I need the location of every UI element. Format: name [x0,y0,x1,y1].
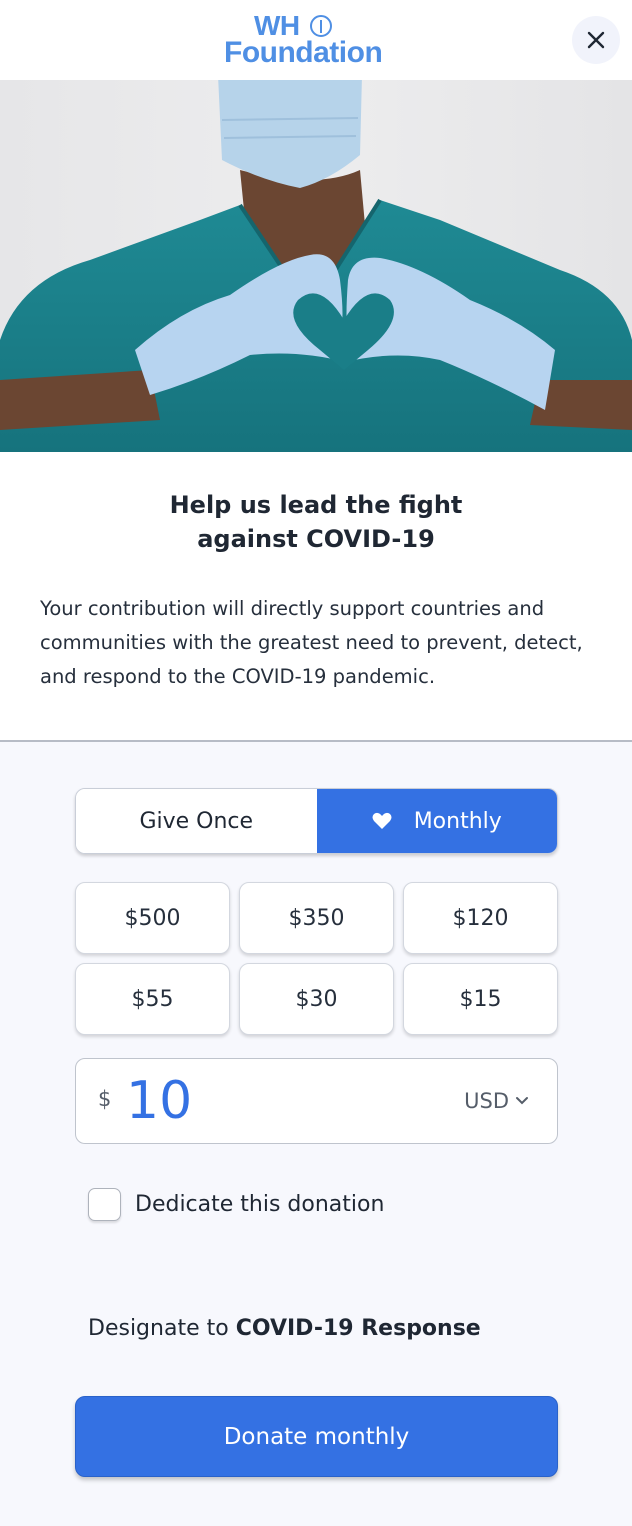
currency-code: USD [464,1089,509,1113]
currency-select[interactable]: USD [464,1089,529,1113]
chevron-down-icon [516,1097,528,1105]
monthly-tab[interactable]: Monthly [316,789,557,853]
logo-text-foundation: Foundation [224,36,383,69]
amount-option-15[interactable]: $15 [403,963,558,1035]
hero-image [0,80,632,452]
nurse-heart-hands-image [0,80,632,452]
who-emblem-icon [310,15,332,37]
dedicate-checkbox[interactable] [88,1188,121,1221]
dedicate-label: Dedicate this donation [135,1192,385,1217]
close-button[interactable] [572,16,620,64]
amount-option-30[interactable]: $30 [239,963,394,1035]
headline-line-2: against COVID-19 [197,525,435,553]
who-foundation-logo[interactable]: WH Foundation [224,12,409,70]
intro-section: Help us lead the fight against COVID-19 … [0,452,632,740]
dedicate-donation-option[interactable]: Dedicate this donation [88,1188,384,1221]
intro-description: Your contribution will directly support … [40,597,583,688]
currency-symbol: $ [98,1087,112,1111]
preset-amounts: $500 $350 $120 $55 $30 $15 [75,882,558,1035]
amount-option-500[interactable]: $500 [75,882,230,954]
donate-button-label: Donate monthly [223,1423,410,1450]
section-divider [0,740,632,742]
give-once-label: Give Once [139,808,254,834]
page-headline: Help us lead the fight against COVID-19 [0,488,632,556]
donate-monthly-button[interactable]: Donate monthly [75,1396,558,1477]
headline-line-1: Help us lead the fight [169,491,463,519]
close-icon [587,31,605,49]
designation-text: Designate to COVID-19 Response [88,1316,481,1341]
frequency-toggle: Give Once Monthly [75,788,558,854]
amount-option-55[interactable]: $55 [75,963,230,1035]
amount-input[interactable]: 10 [126,1071,192,1131]
designate-prefix: Designate to [88,1316,236,1341]
monthly-label: Monthly [413,808,502,834]
amount-option-120[interactable]: $120 [403,882,558,954]
heart-icon [372,812,392,829]
amount-option-350[interactable]: $350 [239,882,394,954]
designated-fund: COVID-19 Response [235,1316,481,1341]
header: WH Foundation [0,0,632,80]
give-once-tab[interactable]: Give Once [76,789,317,853]
custom-amount-field[interactable]: $ 10 USD [75,1058,558,1144]
